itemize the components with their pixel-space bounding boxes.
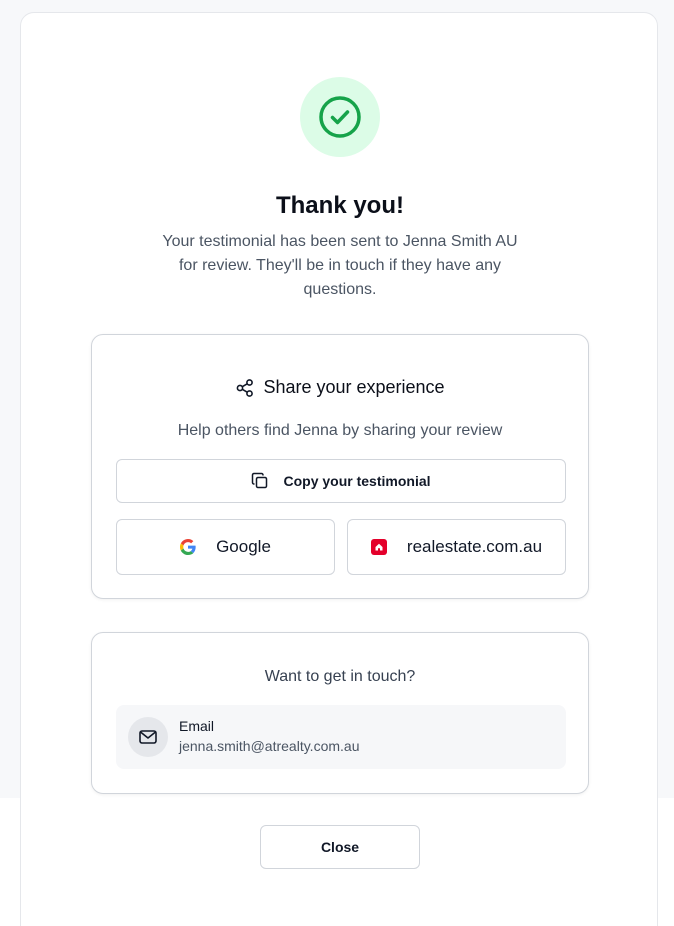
copy-testimonial-button[interactable]: Copy your testimonial — [116, 459, 566, 503]
contact-email-value[interactable]: jenna.smith@atrealty.com.au — [179, 738, 359, 754]
mail-icon-badge — [128, 717, 168, 757]
google-icon — [180, 539, 196, 555]
share-icon — [237, 378, 254, 397]
share-description: Help others find Jenna by sharing your r… — [177, 422, 503, 439]
success-badge — [300, 77, 380, 157]
google-label: Google — [216, 537, 271, 556]
share-realestate-button[interactable]: realestate.com.au — [347, 519, 566, 575]
realestate-icon — [370, 539, 387, 555]
contact-card: Want to get in touch? Email jenna.smith@… — [91, 632, 589, 794]
share-header: Share your experience — [92, 377, 588, 398]
copy-testimonial-label: Copy your testimonial — [283, 473, 431, 489]
check-circle-icon — [319, 96, 361, 138]
dialog-title: Thank you! — [275, 192, 404, 219]
contact-title: Want to get in touch? — [264, 668, 416, 685]
copy-icon — [252, 472, 268, 489]
share-experience-card: Share your experience Help others find J… — [91, 334, 589, 599]
share-title: Share your experience — [263, 377, 445, 397]
close-label: Close — [320, 839, 360, 855]
realestate-label: realestate.com.au — [406, 537, 543, 556]
share-google-button[interactable]: Google — [116, 519, 335, 575]
testimonial-success-dialog: Thank you! Your testimonial has been sen… — [20, 12, 658, 926]
contact-email-row[interactable]: Email jenna.smith@atrealty.com.au — [116, 705, 566, 769]
dialog-subtitle: Your testimonial has been sent to Jenna … — [162, 233, 518, 298]
close-button[interactable]: Close — [260, 825, 420, 869]
mail-icon — [139, 730, 157, 744]
contact-email-label: Email — [179, 718, 215, 734]
